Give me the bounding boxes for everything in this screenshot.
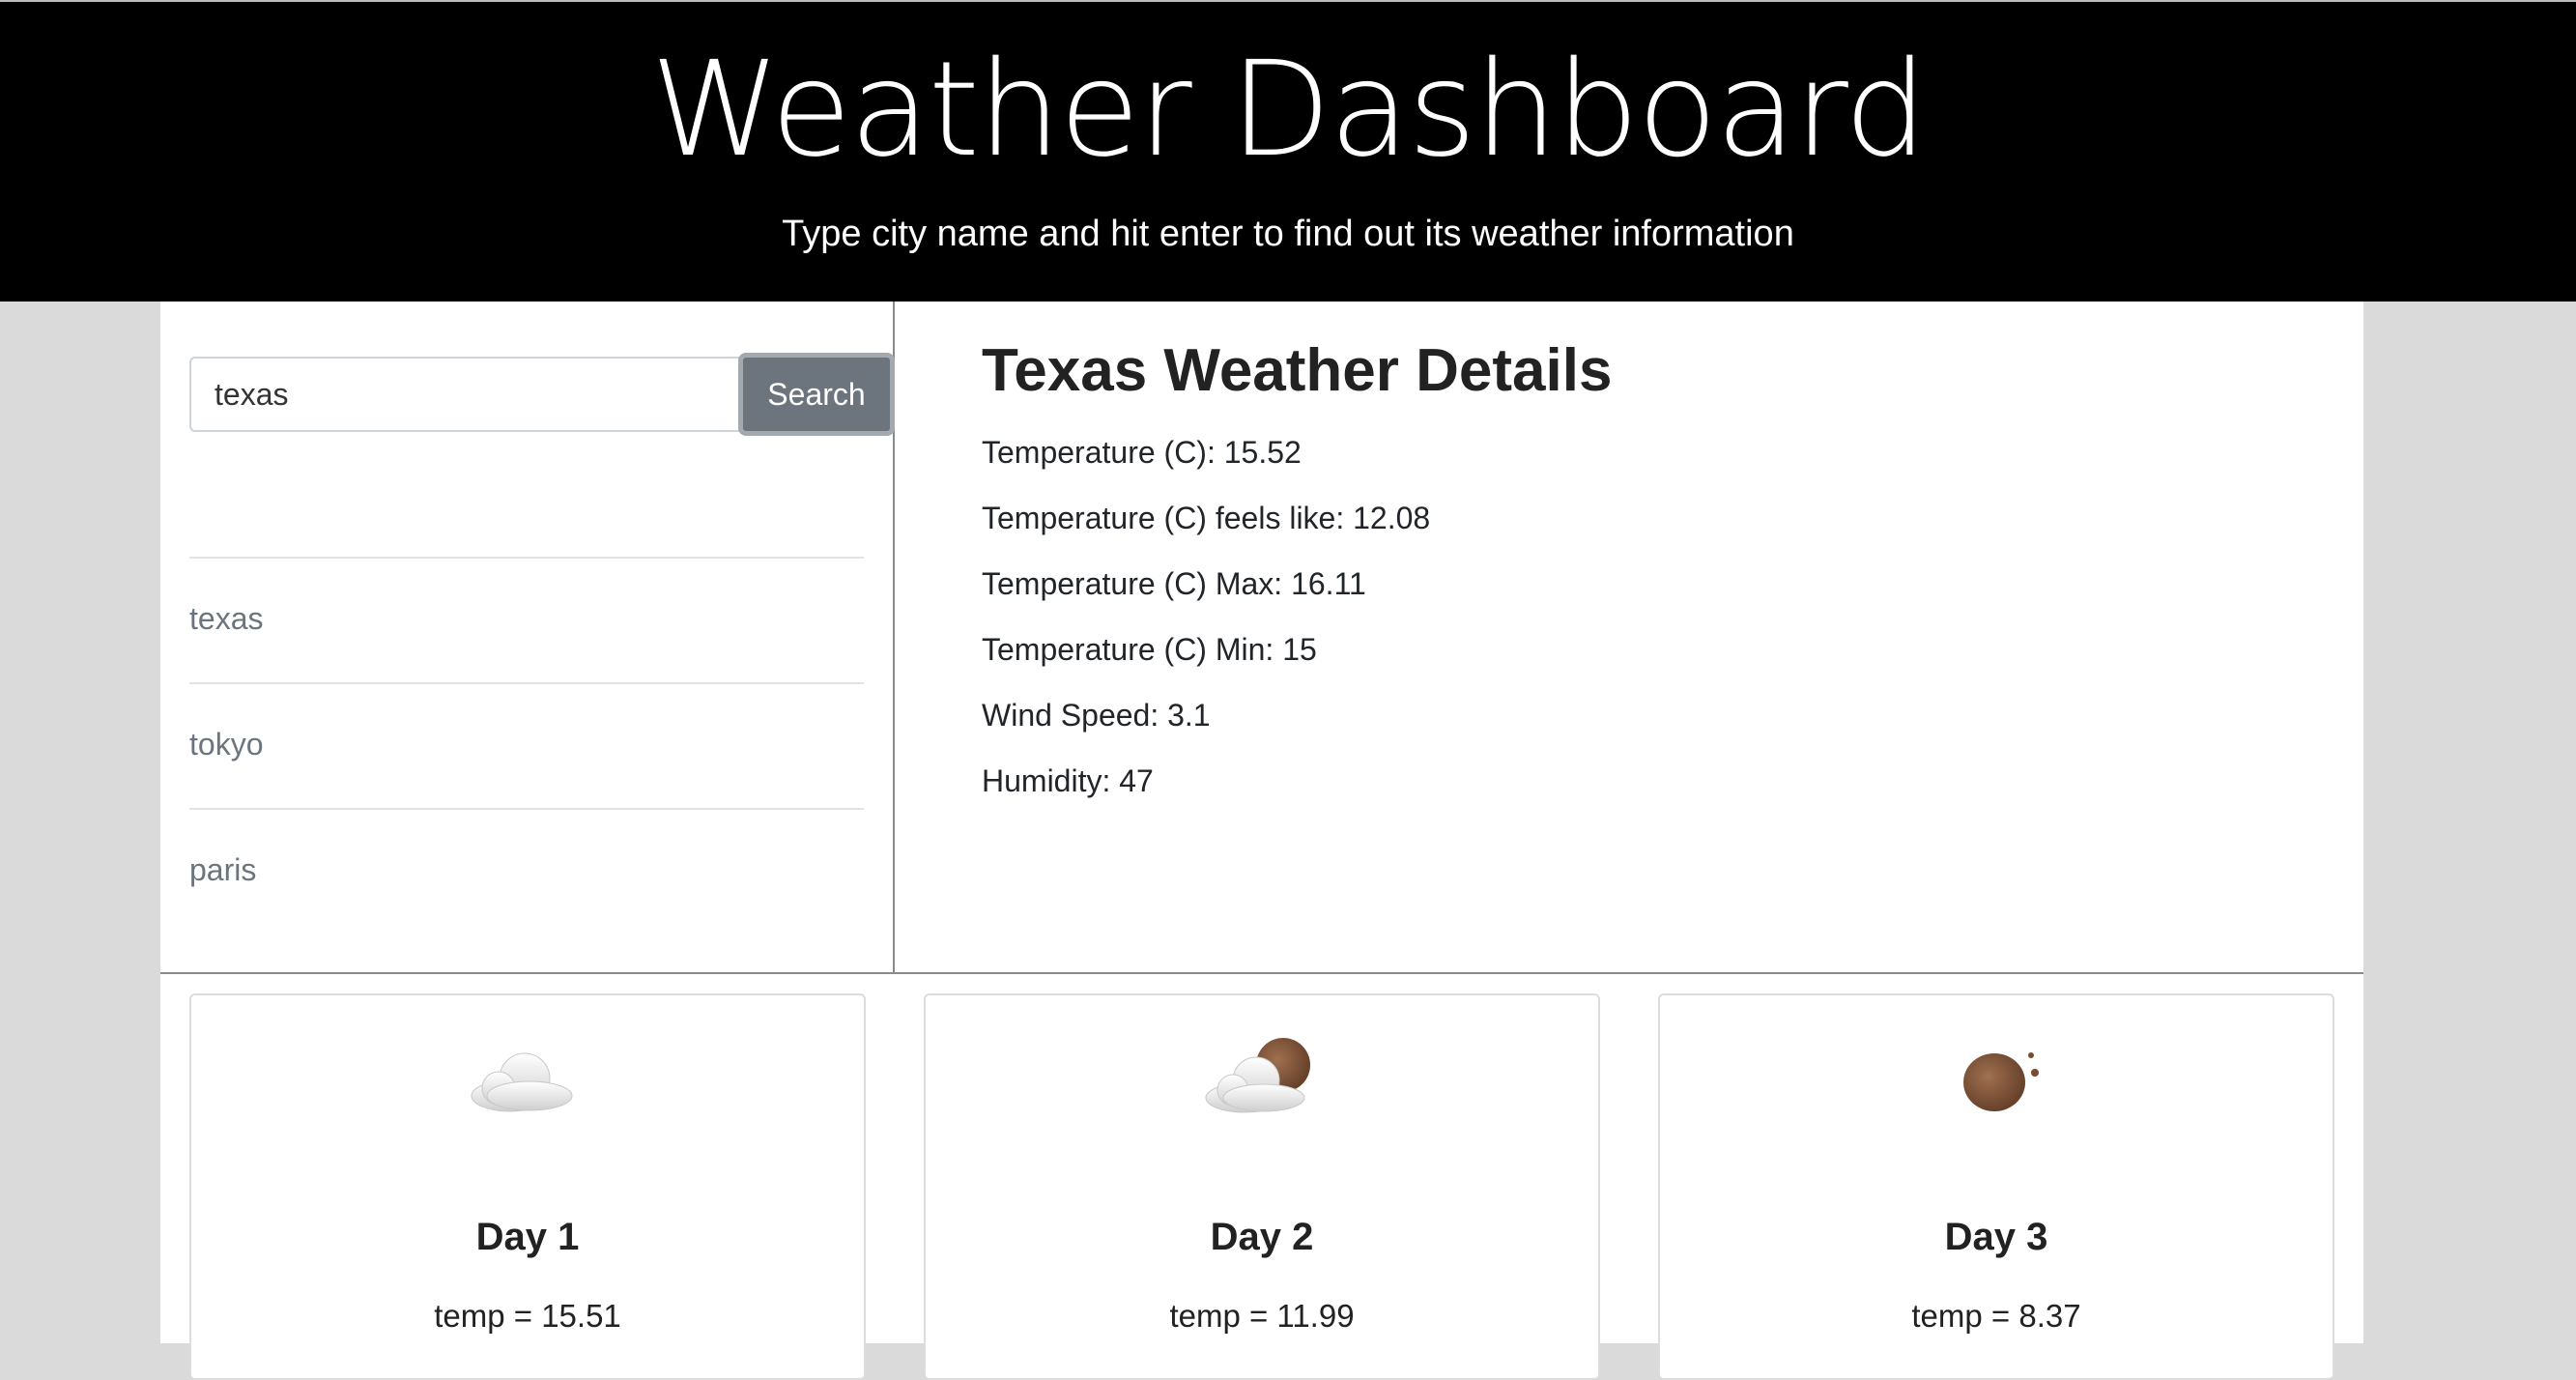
- temp-max-line: Temperature (C) Max: 16.11: [982, 566, 1366, 601]
- history-item-texas[interactable]: texas: [189, 557, 864, 682]
- wind-speed-line: Wind Speed: 3.1: [982, 698, 1211, 733]
- details-heading: Texas Weather Details: [982, 337, 1613, 404]
- cloud-icon: [191, 1024, 864, 1121]
- history-item-paris[interactable]: paris: [189, 808, 864, 934]
- page-title: Weather Dashboard: [650, 34, 1928, 187]
- search-button[interactable]: Search: [738, 353, 895, 436]
- main-container: Search texas tokyo paris Texas Weather D…: [160, 302, 2363, 1380]
- forecast-day-label: Day 2: [1210, 1216, 1314, 1258]
- humidity-line: Humidity: 47: [982, 763, 1154, 798]
- header-banner: Weather Dashboard Type city name and hit…: [0, 0, 2576, 302]
- forecast-temp: temp = 11.99: [1169, 1298, 1355, 1334]
- temp-min-line: Temperature (C) Min: 15: [982, 632, 1317, 667]
- forecast-temp: temp = 8.37: [1911, 1298, 2081, 1334]
- partly-cloudy-night-icon: [926, 1024, 1598, 1121]
- forecast-card-day-1: Day 1 temp = 15.51: [189, 993, 866, 1380]
- forecast-card-day-2: Day 2 temp = 11.99: [924, 993, 1600, 1380]
- forecast-day-label: Day 1: [475, 1216, 580, 1258]
- forecast-card-day-3: Day 3 temp = 8.37: [1658, 993, 2334, 1380]
- search-history-list: texas tokyo paris: [189, 557, 864, 934]
- feels-like-line: Temperature (C) feels like: 12.08: [982, 501, 1431, 535]
- forecast-day-label: Day 3: [1944, 1216, 2048, 1258]
- page-subtitle: Type city name and hit enter to find out…: [782, 214, 1794, 254]
- history-item-tokyo[interactable]: tokyo: [189, 682, 864, 808]
- temperature-line: Temperature (C): 15.52: [982, 435, 1302, 470]
- city-search-input[interactable]: [189, 357, 742, 432]
- section-divider: [160, 972, 2363, 974]
- clear-night-icon: [1660, 1024, 2333, 1121]
- sidebar: Search texas tokyo paris: [160, 302, 895, 973]
- forecast-temp: temp = 15.51: [434, 1298, 621, 1334]
- search-group: Search: [189, 353, 895, 436]
